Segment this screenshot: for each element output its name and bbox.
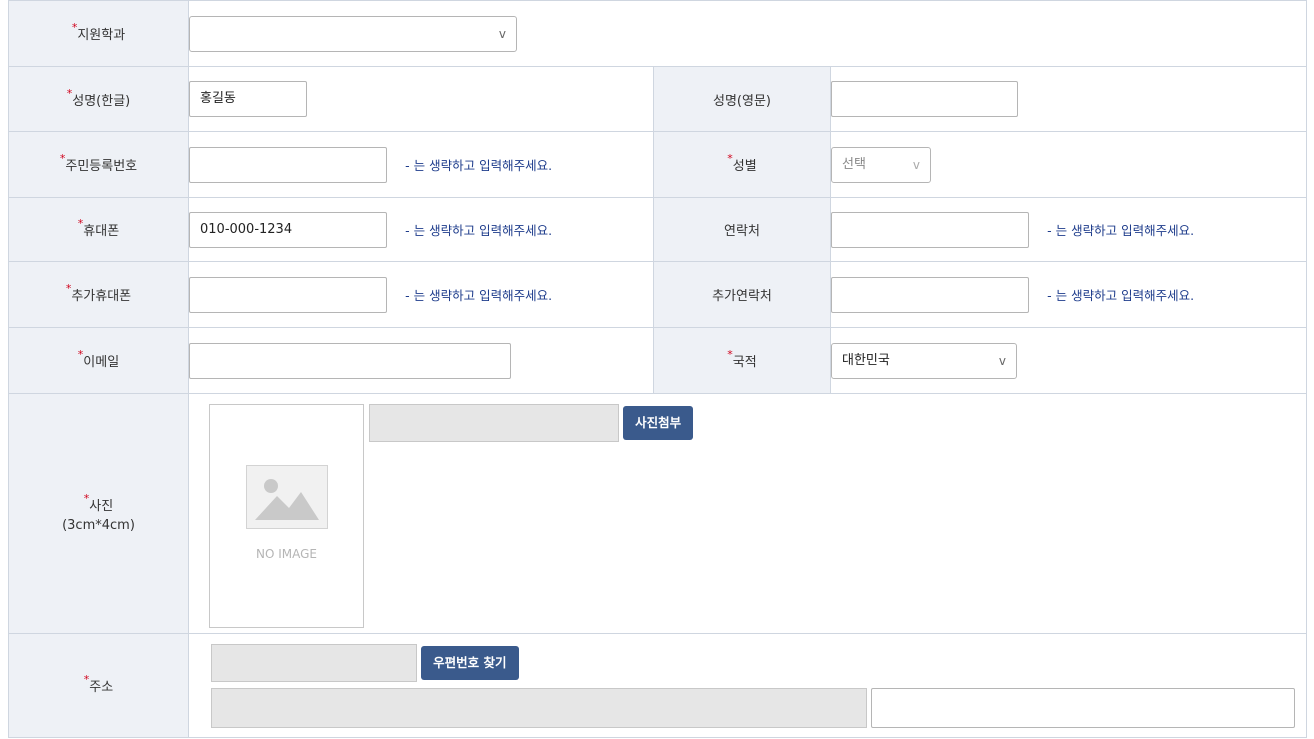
chevron-down-icon: v xyxy=(998,353,1006,368)
label-contact: 연락처 xyxy=(653,197,831,262)
label-address: *주소 xyxy=(8,633,189,738)
row-photo: *사진 (3cm*4cm) NO IMAGE 사진첨부 xyxy=(8,393,1308,634)
mobile-input[interactable]: 010-000-1234 xyxy=(189,211,387,248)
no-image-text: NO IMAGE xyxy=(255,546,317,561)
label-department: *지원학과 xyxy=(8,0,189,67)
mobile-hint: - 는 생략하고 입력해주세요. xyxy=(405,223,553,238)
row-department: *지원학과 v xyxy=(8,0,1308,67)
name-en-input[interactable] xyxy=(831,81,1018,117)
label-email: *이메일 xyxy=(8,327,189,394)
resident-no-input[interactable] xyxy=(189,146,387,183)
row-email-nationality: *이메일 *국적 대한민국 v xyxy=(8,327,1308,394)
label-mobile: *휴대폰 xyxy=(8,197,189,262)
label-resident-no: *주민등록번호 xyxy=(8,131,189,198)
row-resident-gender: *주민등록번호 - 는 생략하고 입력해주세요. *성별 선택 v xyxy=(8,131,1308,198)
find-postcode-button[interactable]: 우편번호 찾기 xyxy=(421,645,519,680)
label-extra-contact: 추가연락처 xyxy=(653,261,831,328)
extra-mobile-hint: - 는 생략하고 입력해주세요. xyxy=(405,288,553,303)
label-extra-mobile: *추가휴대폰 xyxy=(8,261,189,328)
label-gender: *성별 xyxy=(653,131,831,198)
extra-contact-hint: - 는 생략하고 입력해주세요. xyxy=(1047,288,1195,303)
photo-preview: NO IMAGE xyxy=(209,403,364,628)
name-kr-input[interactable]: 홍길동 xyxy=(189,81,307,117)
row-mobile-contact: *휴대폰 010-000-1234 - 는 생략하고 입력해주세요. 연락처 -… xyxy=(8,197,1308,262)
address-detail-input[interactable] xyxy=(871,687,1296,728)
chevron-down-icon: v xyxy=(912,157,920,172)
email-input[interactable] xyxy=(189,342,511,379)
label-name-en: 성명(영문) xyxy=(653,66,831,132)
chevron-down-icon: v xyxy=(498,26,506,41)
nationality-select[interactable]: 대한민국 v xyxy=(831,342,1017,379)
label-nationality: *국적 xyxy=(653,327,831,394)
row-name: *성명(한글) 홍길동 성명(영문) xyxy=(8,66,1308,132)
postcode-field[interactable] xyxy=(211,643,417,682)
application-form: *지원학과 v *성명(한글) 홍길동 성명(영문) *주민등록번호 - 는 생… xyxy=(8,0,1308,738)
extra-mobile-input[interactable] xyxy=(189,276,387,313)
gender-select[interactable]: 선택 v xyxy=(831,146,931,183)
required-mark: * xyxy=(71,21,78,34)
extra-contact-input[interactable] xyxy=(831,276,1029,313)
resident-no-hint: - 는 생략하고 입력해주세요. xyxy=(405,158,553,173)
image-placeholder-icon xyxy=(246,464,328,529)
row-address: *주소 우편번호 찾기 xyxy=(8,633,1308,738)
attach-photo-button[interactable]: 사진첨부 xyxy=(623,405,694,440)
address-main-field[interactable] xyxy=(211,687,867,728)
label-name-kr: *성명(한글) xyxy=(8,66,189,132)
contact-input[interactable] xyxy=(831,211,1029,248)
label-photo: *사진 (3cm*4cm) xyxy=(8,393,189,634)
row-extra-mobile-contact: *추가휴대폰 - 는 생략하고 입력해주세요. 추가연락처 - 는 생략하고 입… xyxy=(8,261,1308,328)
photo-size-label: (3cm*4cm) xyxy=(62,517,135,533)
photo-file-field[interactable] xyxy=(369,403,619,442)
department-select[interactable]: v xyxy=(189,15,517,52)
contact-hint: - 는 생략하고 입력해주세요. xyxy=(1047,223,1195,238)
